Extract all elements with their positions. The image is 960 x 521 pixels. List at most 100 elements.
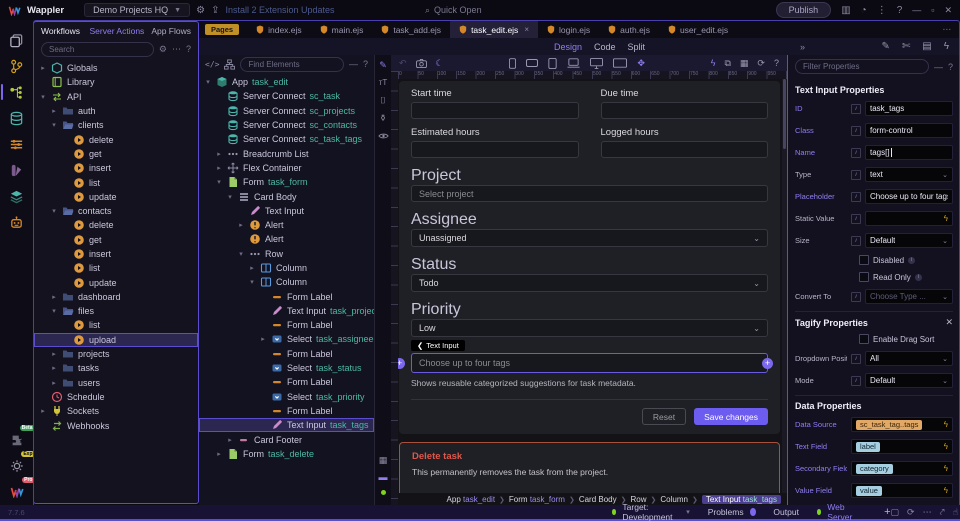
tree-chevron[interactable]: ▾	[226, 193, 234, 201]
tree-chevron[interactable]: ▸	[39, 64, 47, 72]
add-after-button[interactable]: +	[762, 358, 773, 369]
binding-chip[interactable]: value	[856, 486, 882, 496]
structure-item-server-connect-sc-task-tags[interactable]: Server Connectsc_task_tags	[199, 132, 374, 146]
workflow-item-insert[interactable]: insert	[34, 247, 198, 261]
tags-input-selected[interactable]: Choose up to four tags	[411, 353, 768, 373]
pages-rail-icon[interactable]	[5, 28, 29, 53]
styles-icon[interactable]: ⚱	[379, 114, 387, 123]
view-design[interactable]: Design	[554, 42, 582, 52]
tree-chevron[interactable]: ▸	[215, 164, 223, 172]
text-format-icon[interactable]: ᴛT	[379, 79, 388, 87]
help-icon[interactable]: ?	[897, 5, 903, 16]
structure-item-select-task-status[interactable]: Selecttask_status	[199, 361, 374, 375]
props-collapse-icon[interactable]: —	[934, 62, 943, 72]
structure-item-server-connect-sc-task[interactable]: Server Connectsc_task	[199, 89, 374, 103]
problems-button[interactable]: Problems	[708, 507, 744, 517]
project-input[interactable]: Select project	[411, 185, 768, 202]
checkbox[interactable]	[859, 272, 869, 282]
structure-item-form-task-delete[interactable]: ▸Formtask_delete	[199, 447, 374, 461]
prop-field-dropdown-position[interactable]: All⌄	[865, 351, 953, 366]
estimated-hours-input[interactable]	[411, 141, 579, 158]
layout-columns-icon[interactable]: ▥	[841, 5, 850, 16]
workflow-item-list[interactable]: list	[34, 175, 198, 189]
sitemap-icon[interactable]	[224, 59, 235, 70]
structure-item-breadcrumb-list[interactable]: ▸Breadcrumb List	[199, 146, 374, 160]
chevron-more-icon[interactable]: »	[800, 42, 805, 52]
structure-item-flex-container[interactable]: ▸Flex Container	[199, 161, 374, 175]
structure-item-select-task-priority[interactable]: Selecttask_priority	[199, 390, 374, 404]
workflow-item-delete[interactable]: delete	[34, 218, 198, 232]
open-external-icon[interactable]: ⧉	[724, 58, 730, 69]
structure-item-alert[interactable]: ▸Alert	[199, 218, 374, 232]
structure-help-icon[interactable]: ?	[363, 59, 368, 69]
data-field-value-field[interactable]: valueϟ	[851, 483, 953, 498]
tree-chevron[interactable]: ▸	[215, 150, 223, 158]
collapse-icon[interactable]: —	[349, 59, 358, 69]
visibility-icon[interactable]	[378, 132, 389, 140]
tab-task-add-ejs[interactable]: task_add.ejs	[372, 21, 450, 38]
wappler-pro-icon[interactable]: Pro	[5, 479, 29, 504]
dynamic-bolt-icon[interactable]: ϟ	[944, 464, 948, 473]
workflow-item-delete[interactable]: delete	[34, 132, 198, 146]
dynamic-bolt-icon[interactable]: ϟ	[944, 214, 948, 223]
edit-page-icon[interactable]: ✎	[881, 41, 889, 52]
binding-chip[interactable]: sc_task_tag..tags	[856, 420, 922, 430]
reload-icon[interactable]: ⟳	[907, 507, 915, 518]
workflow-item-upload[interactable]: upload	[34, 333, 198, 347]
dynamic-bolt-icon[interactable]: ϟ	[944, 442, 948, 451]
tree-chevron[interactable]: ▸	[50, 364, 58, 372]
dynamic-bolt-icon[interactable]: ϟ	[944, 420, 948, 429]
tab-close-icon[interactable]: ×	[524, 25, 529, 34]
structure-item-column[interactable]: ▸Column	[199, 261, 374, 275]
theme-droplet-icon[interactable]: ◔	[861, 5, 867, 16]
breadcrumb-item[interactable]: Card Body	[579, 495, 617, 504]
kebab-menu-icon[interactable]: ⋮	[877, 5, 887, 16]
filter-properties-input[interactable]: Filter Properties	[795, 59, 929, 74]
find-elements-input[interactable]: Find Elements	[240, 57, 344, 72]
feedback-thumb-icon[interactable]: ☝	[953, 507, 958, 518]
workflow-item-dashboard[interactable]: ▸dashboard	[34, 290, 198, 304]
workflow-item-api[interactable]: ▾API	[34, 90, 198, 104]
tree-chevron[interactable]: ▾	[237, 250, 245, 258]
structure-item-text-input-task-tags[interactable]: Text Inputtask_tags	[199, 418, 374, 432]
tree-chevron[interactable]: ▸	[50, 293, 58, 301]
device-phone-icon[interactable]	[509, 58, 516, 69]
tab-task-edit-ejs[interactable]: task_edit.ejs×	[450, 21, 538, 38]
workflow-item-list[interactable]: list	[34, 261, 198, 275]
tree-chevron[interactable]: ▸	[259, 335, 267, 343]
preview-frame-icon[interactable]: ▢	[891, 507, 900, 518]
prop-field-class[interactable]: form-control	[865, 123, 953, 138]
quick-open[interactable]: ⌕ Quick Open	[425, 5, 482, 16]
structure-item-column[interactable]: ▾Column	[199, 275, 374, 289]
share-icon[interactable]: ⤤	[940, 507, 945, 518]
server-rail-icon[interactable]	[5, 132, 29, 157]
data-field-secondary-field[interactable]: category ϟ	[851, 461, 953, 476]
more-icon[interactable]: ⋯	[923, 507, 932, 518]
structure-item-form-label[interactable]: Form Label	[199, 318, 374, 332]
workflows-settings-icon[interactable]: ⚙	[159, 44, 167, 55]
binding-chip[interactable]: category	[856, 464, 893, 474]
structure-item-text-input-task-project[interactable]: Text Inputtask_project	[199, 304, 374, 318]
workflow-item-update[interactable]: update	[34, 275, 198, 289]
minimize-button[interactable]: —	[912, 5, 921, 15]
canvas-help-icon[interactable]: ?	[774, 58, 779, 68]
workflow-item-list[interactable]: list	[34, 318, 198, 332]
dynamic-bolt-icon[interactable]: ϟ	[944, 41, 949, 52]
screenshot-icon[interactable]	[416, 59, 427, 68]
tab-login-ejs[interactable]: login.ejs	[538, 21, 599, 38]
workflow-item-get[interactable]: get	[34, 147, 198, 161]
chevron-down-icon[interactable]: ▾	[686, 508, 690, 516]
structure-item-server-connect-sc-projects[interactable]: Server Connectsc_projects	[199, 104, 374, 118]
tab-user-edit-ejs[interactable]: user_edit.ejs	[659, 21, 737, 38]
tree-chevron[interactable]: ▾	[204, 78, 212, 86]
maximize-button[interactable]: ▫	[931, 5, 934, 15]
dark-mode-moon-icon[interactable]: ☾	[436, 58, 444, 69]
status-select[interactable]: Todo⌄	[411, 274, 768, 292]
prop-field-static-value[interactable]: ϟ	[865, 211, 953, 226]
tree-chevron[interactable]: ▾	[50, 121, 58, 129]
prop-field-placeholder[interactable]: Choose up to four tags	[865, 189, 953, 204]
tab-main-ejs[interactable]: main.ejs	[311, 21, 373, 38]
pages-badge[interactable]: Pages	[205, 24, 239, 35]
due-time-input[interactable]	[601, 102, 769, 119]
close-button[interactable]: ✕	[944, 5, 952, 16]
